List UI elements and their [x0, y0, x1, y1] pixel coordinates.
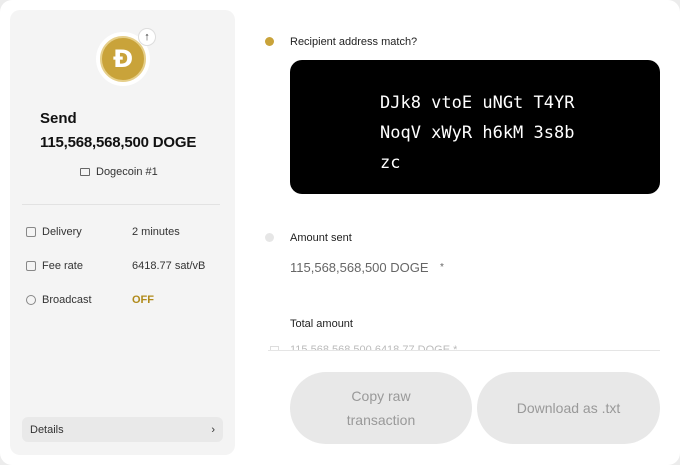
calendar-icon [26, 227, 36, 237]
recipient-label: Recipient address match? [290, 36, 418, 48]
coin-avatar: Ð ↑ [96, 28, 156, 86]
amount-sent-value: 115,568,568,500 DOGE [290, 260, 429, 275]
copy-button-line1: Copy raw [351, 388, 411, 404]
details-button[interactable]: Details › [22, 417, 223, 442]
address-line: NoqV xWyR h6kM 3s8b [380, 123, 575, 143]
wallet-name: Dogecoin #1 [80, 166, 158, 178]
fee-rate-value: 6418.77 sat/vB [132, 260, 206, 272]
copy-button-line2: transaction [346, 412, 416, 428]
wallet-label: Dogecoin #1 [96, 166, 158, 178]
dogecoin-icon: Ð [100, 36, 146, 82]
amount-star: * [440, 262, 444, 273]
receipt-icon [26, 261, 36, 271]
address-line: DJk8 vtoE uNGt T4YR [380, 93, 575, 113]
divider [22, 204, 220, 205]
delivery-value: 2 minutes [132, 226, 180, 238]
fee-rate-row: Fee rate 6418.77 sat/vB [26, 260, 226, 272]
step-pending-dot [265, 233, 274, 242]
recipient-address-box: DJk8 vtoE uNGt T4YR NoqV xWyR h6kM 3s8b … [290, 60, 660, 194]
summary-panel: Ð ↑ Send 115,568,568,500 DOGE Dogecoin #… [10, 10, 235, 455]
divider [268, 350, 660, 351]
send-title: Send [40, 110, 77, 127]
delivery-row: Delivery 2 minutes [26, 226, 226, 238]
broadcast-icon [26, 295, 36, 305]
broadcast-value: OFF [132, 294, 154, 306]
step-active-dot [265, 37, 274, 46]
review-dialog: Ð ↑ Send 115,568,568,500 DOGE Dogecoin #… [0, 0, 680, 465]
total-amount-label: Total amount [290, 318, 353, 330]
arrow-up-icon: ↑ [138, 28, 156, 46]
chevron-right-icon: › [211, 423, 215, 436]
address-line: zc [380, 153, 401, 173]
wallet-icon [80, 168, 90, 176]
download-txt-button[interactable]: Download as .txt [477, 372, 660, 444]
broadcast-label: Broadcast [42, 294, 92, 306]
details-label: Details [30, 423, 64, 436]
delivery-label: Delivery [42, 226, 82, 238]
copy-raw-transaction-button[interactable]: Copy raw transaction [290, 372, 472, 444]
fee-rate-label: Fee rate [42, 260, 83, 272]
send-amount: 115,568,568,500 DOGE [40, 134, 197, 151]
broadcast-row: Broadcast OFF [26, 294, 226, 306]
amount-sent-label: Amount sent [290, 232, 352, 244]
